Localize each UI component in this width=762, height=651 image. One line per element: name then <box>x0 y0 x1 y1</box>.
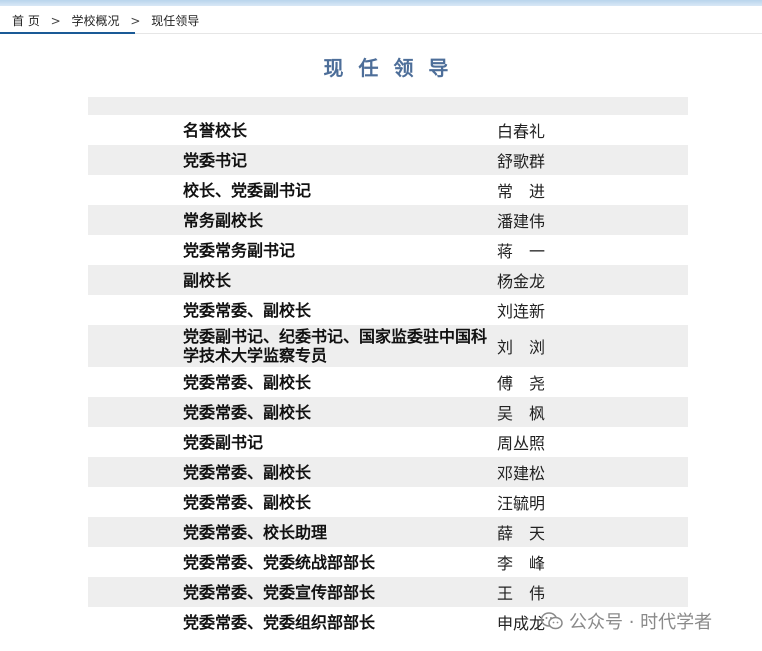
table-row: 党委常委、党委统战部部长 李 峰 <box>88 547 688 577</box>
table-row: 副校长 杨金龙 <box>88 265 688 295</box>
leader-title: 副校长 <box>183 270 232 290</box>
leader-name: 杨金龙 <box>497 272 546 291</box>
leader-name: 刘连新 <box>497 302 546 321</box>
leaders-table: 名誉校长 白春礼党委书记 舒歌群校长、党委副书记 常 进常务副校长 潘建伟党委常务副书记… <box>88 97 688 637</box>
table-row: 党委常委、党委宣传部部长 王 伟 <box>88 577 688 607</box>
leader-title: 党委常委、党委宣传部部长 <box>183 582 376 602</box>
page-title: 现 任 领 导 <box>323 56 453 80</box>
leader-title: 党委书记 <box>183 150 248 170</box>
leader-name: 傅 尧 <box>497 374 546 393</box>
leader-name: 邓建松 <box>497 464 546 483</box>
leader-rows: 名誉校长 白春礼党委书记 舒歌群校长、党委副书记 常 进常务副校长 潘建伟党委常务副书记… <box>88 115 688 637</box>
leader-title: 名誉校长 <box>183 120 248 140</box>
table-row: 党委常委、副校长 吴 枫 <box>88 397 688 427</box>
leader-title: 常务副校长 <box>183 210 264 230</box>
table-row: 党委副书记 周丛照 <box>88 427 688 457</box>
table-row: 党委常委、副校长 刘连新 <box>88 295 688 325</box>
leader-name: 李 峰 <box>497 554 546 573</box>
leader-name: 薛 天 <box>497 524 546 543</box>
leader-name: 申成龙 <box>497 614 546 633</box>
leader-name: 刘 浏 <box>497 338 546 357</box>
leader-title: 校长、党委副书记 <box>183 180 312 200</box>
leader-name: 周丛照 <box>497 434 546 453</box>
breadcrumb-separator: > <box>50 14 61 28</box>
leader-name: 舒歌群 <box>497 152 546 171</box>
breadcrumb-underline <box>0 32 135 34</box>
table-header-row <box>88 97 688 115</box>
leader-title: 党委常委、副校长 <box>183 372 312 392</box>
table-row: 党委常委、校长助理 薛 天 <box>88 517 688 547</box>
table-row: 党委副书记、纪委书记、国家监委驻中国科学技术大学监察专员刘 浏 <box>88 325 688 367</box>
table-row: 党委常委、副校长 傅 尧 <box>88 367 688 397</box>
breadcrumb-home-link[interactable]: 首 页 <box>12 14 40 28</box>
leader-name: 白春礼 <box>497 122 546 141</box>
watermark: 公众号 · 时代学者 <box>541 608 712 634</box>
table-row: 常务副校长 潘建伟 <box>88 205 688 235</box>
table-row: 校长、党委副书记 常 进 <box>88 175 688 205</box>
leader-title: 党委常委、副校长 <box>183 462 312 482</box>
table-row: 党委常务副书记 蒋 一 <box>88 235 688 265</box>
table-row: 党委常委、副校长 邓建松 <box>88 457 688 487</box>
breadcrumb-separator: > <box>130 14 141 28</box>
breadcrumb-about-link[interactable]: 学校概况 <box>72 14 120 28</box>
leader-name: 汪毓明 <box>497 494 546 513</box>
breadcrumb: 首 页 > 学校概况 > 现任领导 <box>0 6 762 34</box>
leader-title: 党委常务副书记 <box>183 240 296 260</box>
leader-name: 潘建伟 <box>497 212 546 231</box>
leader-name: 吴 枫 <box>497 404 546 423</box>
leader-title: 党委常委、副校长 <box>183 402 312 422</box>
wechat-icon <box>541 612 563 630</box>
leader-title: 党委常委、副校长 <box>183 492 312 512</box>
table-row: 党委常委、副校长 汪毓明 <box>88 487 688 517</box>
breadcrumb-current-page: 现任领导 <box>151 14 200 28</box>
leader-title: 党委常委、副校长 <box>183 300 312 320</box>
leader-title: 党委常委、党委组织部部长 <box>183 612 376 632</box>
leader-name: 蒋 一 <box>497 242 546 261</box>
leader-title: 党委副书记 <box>183 432 264 452</box>
watermark-text: 公众号 · 时代学者 <box>569 612 713 633</box>
leader-title: 党委常委、校长助理 <box>183 522 328 542</box>
leader-title: 党委副书记、纪委书记、国家监委驻中国科学技术大学监察专员 <box>183 327 488 365</box>
leader-title: 党委常委、党委统战部部长 <box>183 552 376 572</box>
leader-name: 常 进 <box>497 182 546 201</box>
table-row: 党委书记 舒歌群 <box>88 145 688 175</box>
table-row: 名誉校长 白春礼 <box>88 115 688 145</box>
leader-name: 王 伟 <box>497 584 546 603</box>
